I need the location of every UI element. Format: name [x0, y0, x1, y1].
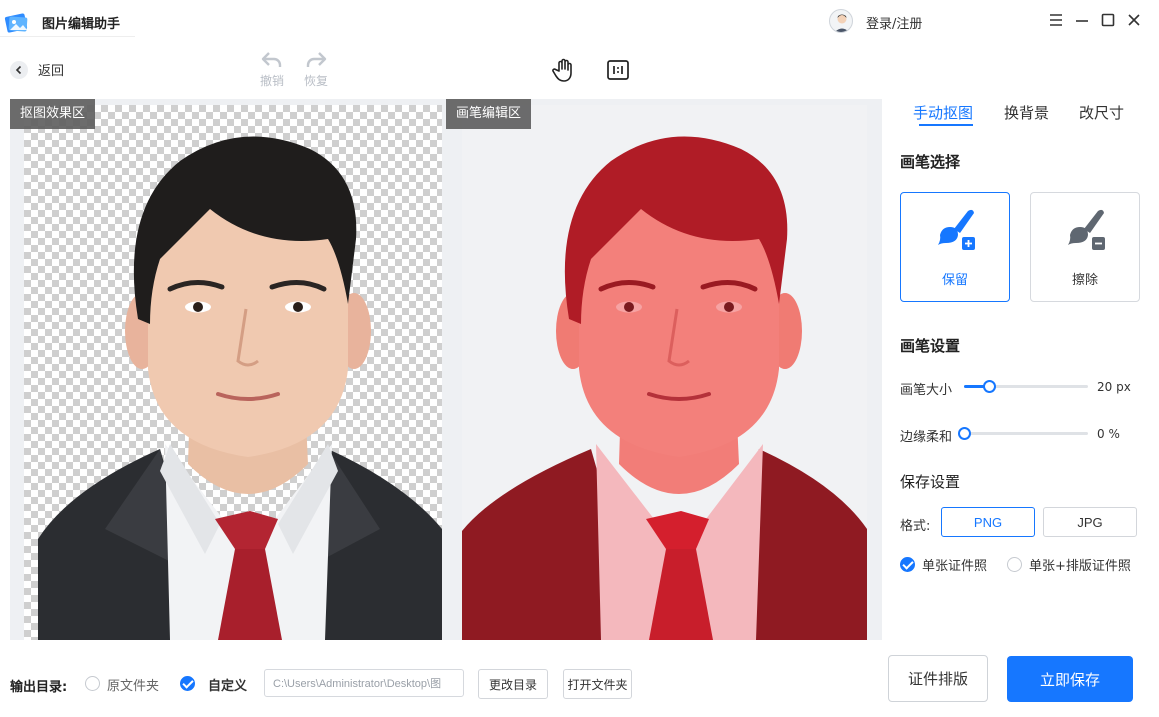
title-bar: 图片编辑助手 登录/注册 [0, 0, 1159, 42]
maximize-icon[interactable] [1099, 11, 1117, 29]
tab-change-background[interactable]: 换背景 [1004, 102, 1049, 123]
canvas-area: 抠图效果区 画笔编辑区 [10, 99, 882, 640]
brush-size-value: 20 px [1097, 380, 1131, 394]
redo-label: 恢复 [303, 74, 328, 88]
brush-select-title: 画笔选择 [900, 153, 961, 171]
back-label: 返回 [38, 64, 65, 79]
minimize-icon[interactable] [1073, 11, 1091, 29]
title-divider [0, 36, 135, 37]
actual-size-icon[interactable] [604, 56, 632, 84]
brush-edit-pane[interactable]: 画笔编辑区 [446, 99, 882, 640]
single-plus-layout-radio[interactable] [1007, 557, 1022, 572]
brush-size-handle[interactable] [983, 380, 996, 393]
change-dir-button[interactable]: 更改目录 [478, 669, 548, 699]
login-register-link[interactable]: 登录/注册 [866, 13, 922, 32]
format-label: 格式: [900, 519, 931, 534]
menu-icon[interactable] [1047, 11, 1065, 29]
chevron-left-icon [10, 60, 28, 79]
output-dir-label: 输出目录: [10, 680, 68, 695]
redo-icon [306, 52, 327, 67]
save-settings-title: 保存设置 [900, 473, 961, 491]
active-tab-indicator [919, 124, 973, 126]
edge-soft-slider[interactable] [958, 427, 1088, 440]
result-area-tag: 抠图效果区 [10, 99, 96, 129]
brush-area-tag: 画笔编辑区 [446, 99, 532, 129]
format-jpg-button[interactable]: JPG [1043, 507, 1137, 537]
tab-resize[interactable]: 改尺寸 [1079, 102, 1124, 123]
brush-size-slider[interactable] [964, 380, 1088, 393]
brush-keep-label: 保留 [941, 273, 968, 288]
app-title: 图片编辑助手 [42, 17, 121, 32]
brush-minus-icon [1068, 209, 1105, 250]
brush-plus-icon [938, 209, 975, 250]
edge-soft-label: 边缘柔和 [900, 430, 953, 445]
brush-size-label: 画笔大小 [900, 383, 953, 398]
single-photo-label: 单张证件照 [922, 559, 988, 574]
brush-settings-title: 画笔设置 [900, 337, 961, 355]
result-pane: 抠图效果区 [10, 99, 446, 640]
back-button[interactable]: 返回 [10, 60, 64, 79]
original-folder-label: 原文件夹 [107, 679, 160, 694]
original-folder-radio[interactable] [85, 676, 100, 691]
open-folder-button[interactable]: 打开文件夹 [563, 669, 632, 699]
user-avatar-icon[interactable] [829, 9, 853, 33]
single-photo-radio[interactable] [900, 557, 915, 572]
hand-icon[interactable] [550, 56, 578, 84]
format-png-button[interactable]: PNG [941, 507, 1035, 537]
output-path-input[interactable] [264, 669, 464, 697]
redo-button[interactable]: 恢复 [296, 50, 336, 89]
save-now-button[interactable]: 立即保存 [1007, 656, 1133, 702]
tab-manual-cutout[interactable]: 手动抠图 [913, 102, 973, 123]
portrait-cutout [38, 136, 442, 640]
brush-erase-button[interactable]: 擦除 [1030, 192, 1140, 302]
edge-soft-handle[interactable] [958, 427, 971, 440]
edge-soft-value: 0 % [1097, 427, 1120, 441]
undo-button[interactable]: 撤销 [252, 50, 292, 89]
undo-label: 撤销 [259, 74, 284, 88]
undo-icon [261, 52, 282, 67]
brush-keep-button[interactable]: 保留 [900, 192, 1010, 302]
close-icon[interactable] [1125, 11, 1143, 29]
custom-folder-label: 自定义 [208, 679, 248, 694]
custom-folder-radio[interactable] [180, 676, 195, 691]
single-plus-layout-label: 单张+排版证件照 [1029, 559, 1131, 574]
id-layout-button[interactable]: 证件排版 [888, 655, 988, 702]
brush-erase-label: 擦除 [1071, 273, 1098, 288]
portrait-mask [462, 136, 867, 640]
app-window: 图片编辑助手 登录/注册 返回 撤销 恢复 抠图效果区 画笔编辑区 手动抠图 换… [0, 0, 1159, 717]
app-logo-icon [4, 13, 28, 33]
